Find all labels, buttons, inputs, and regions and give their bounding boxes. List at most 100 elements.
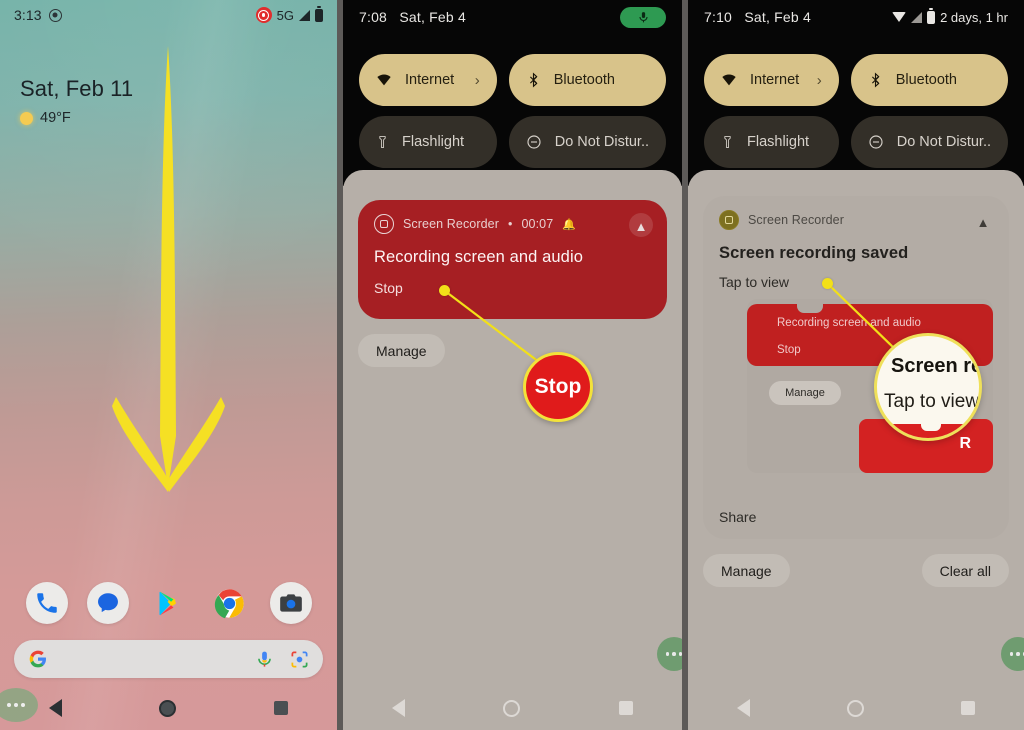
status-bar: 7:10 Sat, Feb 4 2 days, 1 hr [688,0,1024,34]
collapse-button[interactable]: ▲ [629,213,653,237]
do-not-disturb-icon [527,135,541,149]
tile-bluetooth-label: Bluetooth [895,72,957,88]
tile-bluetooth[interactable]: Bluetooth [508,54,666,106]
messages-icon[interactable] [86,582,129,624]
chevron-up-icon: ▲ [634,218,648,234]
tile-dnd-label: Do Not Distur.. [896,134,991,150]
notification-screen-recorder[interactable]: Screen Recorder • 00:07 🔔 ▲ Recording sc… [358,200,667,319]
back-nav-icon[interactable] [48,699,62,717]
recents-nav-icon[interactable] [961,701,976,715]
google-lens-icon[interactable] [290,650,309,669]
phone-icon[interactable] [25,582,68,624]
tile-internet[interactable]: Internet › [359,54,497,106]
signal-icon [911,11,923,23]
status-time: 7:08 [359,9,388,25]
home-nav-icon[interactable] [846,699,864,717]
bluetooth-icon [529,72,538,88]
status-bar: 7:08 Sat, Feb 4 [343,0,682,34]
panel-recording-active: 7:08 Sat, Feb 4 Internet › Bluetooth Fla… [343,0,682,730]
home-nav-icon[interactable] [503,699,521,717]
clear-all-button[interactable]: Clear all [921,554,1009,587]
microphone-active-icon[interactable] [620,6,666,28]
thumbnail-line-1: Recording screen and audio [777,317,921,329]
flashlight-icon [379,136,386,148]
navigation-bar [688,686,1024,730]
glance-weather: 49°F [20,110,133,126]
navigation-bar [0,686,337,730]
google-search-bar[interactable] [14,640,323,678]
camera-icon[interactable] [269,582,312,624]
magnifier-line-1: Screen re [891,355,982,377]
panel-recording-saved: 7:10 Sat, Feb 4 2 days, 1 hr Internet › … [688,0,1024,730]
thumbnail-manage-button: Manage [769,381,841,405]
bluetooth-icon [871,72,880,88]
tile-do-not-disturb[interactable]: Do Not Distur.. [850,116,1008,168]
status-clock: 3:13 [14,7,42,23]
tile-bluetooth[interactable]: Bluetooth [850,54,1008,106]
chevron-right-icon[interactable]: › [475,72,480,89]
status-date: Sat, Feb 4 [744,9,811,25]
notification-app-name: Screen Recorder [403,217,499,231]
chrome-icon[interactable] [209,582,251,624]
notification-title: Screen recording saved [719,244,909,262]
manage-button[interactable]: Manage [358,334,445,367]
wifi-icon [377,74,391,86]
thumbnail-line-2: Stop [777,344,801,356]
sunny-icon [20,111,33,125]
screen-record-icon [255,7,272,23]
microphone-icon[interactable] [255,650,274,669]
notification-timer: 00:07 [521,217,554,231]
tile-do-not-disturb[interactable]: Do Not Distur.. [508,116,666,168]
notification-separator: • [508,217,513,231]
battery-icon [315,8,323,22]
tile-internet-label: Internet [750,72,800,88]
glance-date: Sat, Feb 11 [20,76,134,101]
google-g-icon [28,649,48,669]
panel-home-screen: 3:13 5G Sat, Feb 11 49°F [0,0,337,730]
collapse-button[interactable]: ▲ [971,209,995,233]
notification-subtitle[interactable]: Tap to view [719,274,993,290]
status-bar: 3:13 5G [0,0,337,30]
notification-header: Screen Recorder • 00:07 🔔 [374,214,651,234]
tile-dnd-label: Do Not Distur.. [554,134,649,150]
tile-flashlight[interactable]: Flashlight [704,116,839,168]
play-store-icon[interactable] [148,582,190,624]
chevron-right-icon[interactable]: › [817,72,822,89]
screenshot-stage: 3:13 5G Sat, Feb 11 49°F 7:08 Sat, Feb 4… [0,0,1024,730]
network-type-label: 5G [276,7,294,23]
tile-internet-label: Internet [405,72,455,88]
signal-icon [299,9,310,21]
status-time: 7:10 [704,9,733,25]
battery-estimate-label: 2 days, 1 hr [940,9,1008,25]
tile-flashlight-label: Flashlight [747,134,810,150]
status-clock-date: 7:08 Sat, Feb 4 [359,9,466,25]
notification-stop-action[interactable]: Stop [374,280,651,296]
tile-internet[interactable]: Internet › [704,54,839,106]
screen-recorder-app-icon [719,210,739,230]
recents-nav-icon[interactable] [618,701,633,715]
recents-nav-icon[interactable] [274,701,289,715]
magnifier-line-2: Tap to view [884,391,980,412]
thumbnail-notch [797,304,823,313]
back-nav-icon[interactable] [392,699,406,717]
at-a-glance-widget[interactable]: Sat, Feb 11 49°F [20,76,133,126]
share-action[interactable]: Share [719,509,756,525]
callout-magnifier-tap-to-view: Screen re Tap to view R [874,333,982,441]
home-nav-icon[interactable] [159,699,177,717]
flashlight-icon [724,136,731,148]
tile-bluetooth-label: Bluetooth [553,72,615,88]
callout-magnifier-stop: Stop [523,352,593,422]
notification-title: Recording screen and audio [374,248,583,266]
manage-button[interactable]: Manage [703,554,790,587]
screen-record-indicator-icon [48,8,62,22]
screen-recorder-app-icon [374,214,394,234]
callout-anchor-dot [439,285,450,296]
notification-header: Screen Recorder [719,210,993,230]
back-nav-icon[interactable] [736,699,750,717]
tile-flashlight-label: Flashlight [402,134,465,150]
tile-flashlight[interactable]: Flashlight [359,116,497,168]
quick-settings-tiles: Internet › Bluetooth Flashlight Do Not D… [704,54,1008,168]
navigation-bar [343,686,682,730]
wifi-icon [722,74,736,86]
quick-settings-tiles: Internet › Bluetooth Flashlight Do Not D… [359,54,666,168]
